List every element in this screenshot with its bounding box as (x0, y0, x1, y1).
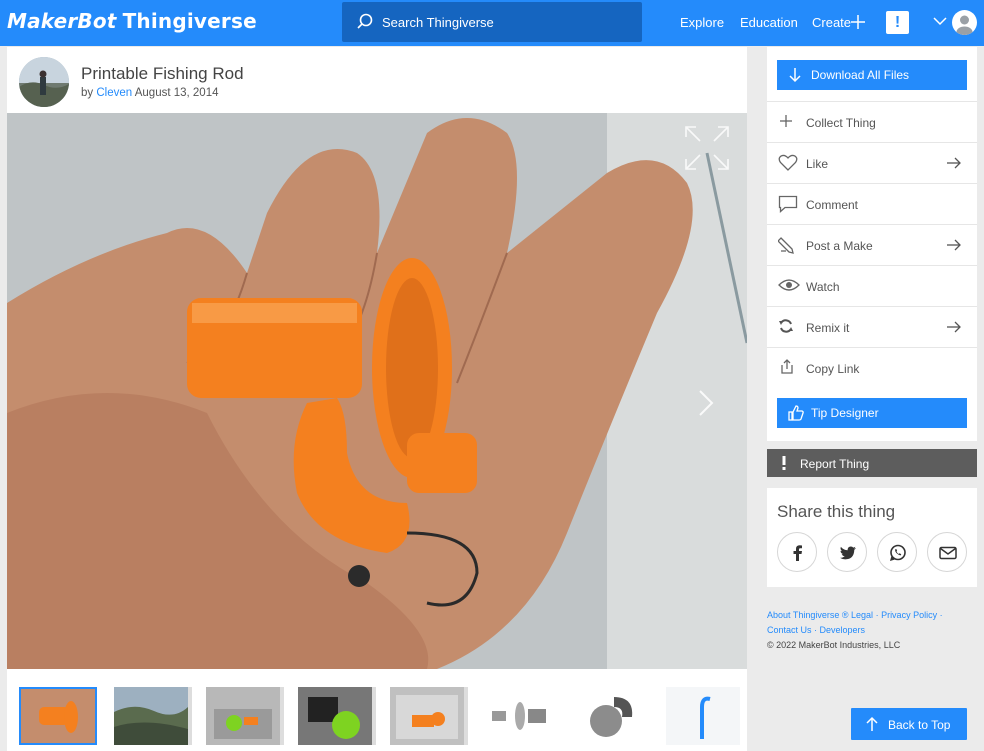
thumbnail-6[interactable] (482, 687, 560, 745)
exclamation-icon (782, 456, 786, 470)
next-image-icon[interactable] (697, 388, 715, 418)
twitter-icon (839, 546, 856, 560)
thumbs-up-icon (788, 405, 804, 421)
notification-button[interactable]: ! (886, 11, 909, 34)
share-panel: Share this thing (767, 488, 977, 587)
byline-by: by (81, 87, 94, 99)
publish-date: August 13, 2014 (134, 87, 219, 99)
logo-thingiverse-text: Thingiverse (122, 9, 257, 33)
nav-explore[interactable]: Explore (680, 15, 724, 30)
plus-icon (780, 115, 792, 127)
download-all-files-button[interactable]: Download All Files (777, 60, 967, 90)
nav-create[interactable]: Create (812, 15, 851, 30)
eye-icon (778, 279, 800, 291)
back-to-top-label: Back to Top (888, 718, 951, 732)
back-to-top-button[interactable]: Back to Top (851, 708, 967, 740)
remix-icon (779, 319, 793, 333)
facebook-share-button[interactable] (777, 532, 817, 572)
footer-copyright: © 2022 MakerBot Industries, LLC (767, 640, 901, 650)
plus-icon[interactable] (850, 14, 866, 30)
pen-icon (778, 237, 794, 254)
thing-byline: by Cleven August 13, 2014 (81, 87, 219, 99)
footer-row-2: Contact Us · Developers (767, 623, 977, 638)
expand-icon[interactable] (682, 123, 732, 173)
comment-button[interactable]: Comment (767, 183, 977, 224)
comment-icon (778, 195, 798, 213)
thing-main-card: Printable Fishing Rod by Cleven August 1… (7, 47, 747, 751)
report-label: Report Thing (800, 457, 870, 471)
download-icon (789, 68, 801, 83)
footer-sep-2: · (873, 610, 882, 620)
search-placeholder: Search Thingiverse (382, 15, 494, 30)
email-share-button[interactable] (927, 532, 967, 572)
report-thing-button[interactable]: Report Thing (767, 449, 977, 477)
actions-panel: Download All Files Collect Thing Like Co… (767, 47, 977, 441)
thing-title: Printable Fishing Rod (81, 64, 244, 83)
thumbnail-4[interactable] (298, 687, 376, 745)
collect-thing-button[interactable]: Collect Thing (767, 101, 977, 142)
footer-legal[interactable]: Legal (851, 610, 873, 620)
arrow-right-icon (947, 239, 961, 251)
remix-label: Remix it (806, 321, 850, 335)
watch-button[interactable]: Watch (767, 265, 977, 306)
thumbnail-8[interactable] (666, 687, 744, 745)
tip-designer-button[interactable]: Tip Designer (777, 398, 967, 428)
thumbnail-3[interactable] (206, 687, 284, 745)
search-icon (357, 13, 373, 29)
post-make-label: Post a Make (806, 239, 873, 253)
logo-makerbot-text: MakerBot (7, 9, 117, 33)
copy-link-button[interactable]: Copy Link (767, 347, 977, 388)
share-upload-icon (781, 359, 793, 374)
thumbnail-strip (19, 687, 747, 747)
thumbnail-2[interactable] (114, 687, 192, 745)
like-button[interactable]: Like (767, 142, 977, 183)
remix-button[interactable]: Remix it (767, 306, 977, 347)
whatsapp-icon (890, 544, 906, 561)
like-label: Like (806, 157, 829, 171)
footer-sep-4: · (811, 625, 820, 635)
footer-about[interactable]: About Thingiverse (767, 610, 839, 620)
post-a-make-button[interactable]: Post a Make (767, 224, 977, 265)
user-avatar[interactable] (952, 10, 977, 35)
nav-education[interactable]: Education (740, 15, 798, 30)
copy-link-label: Copy Link (806, 362, 860, 376)
thumbnail-5[interactable] (390, 687, 468, 745)
footer-row-1: About Thingiverse ® Legal · Privacy Poli… (767, 608, 977, 623)
search-input[interactable]: Search Thingiverse (342, 2, 642, 42)
tip-label: Tip Designer (811, 406, 879, 420)
twitter-share-button[interactable] (827, 532, 867, 572)
arrow-up-icon (866, 716, 878, 731)
heart-icon (778, 154, 798, 171)
thumbnail-1[interactable] (19, 687, 97, 745)
comment-label: Comment (806, 198, 859, 212)
creator-avatar[interactable] (19, 57, 69, 107)
chevron-down-icon[interactable] (933, 16, 947, 26)
email-icon (939, 546, 957, 560)
facebook-icon (793, 545, 802, 561)
collect-label: Collect Thing (806, 116, 876, 130)
main-photo[interactable] (7, 113, 747, 669)
author-link[interactable]: Cleven (96, 87, 132, 99)
footer-developers[interactable]: Developers (820, 625, 866, 635)
arrow-right-icon (947, 157, 961, 169)
footer-privacy[interactable]: Privacy Policy (881, 610, 937, 620)
watch-label: Watch (806, 280, 840, 294)
footer-sep-1: ® (839, 610, 852, 620)
makerbot-thingiverse-logo[interactable]: MakerBot Thingiverse (7, 9, 257, 33)
arrow-right-icon (947, 321, 961, 333)
footer-contact[interactable]: Contact Us (767, 625, 812, 635)
share-title: Share this thing (777, 502, 896, 521)
whatsapp-share-button[interactable] (877, 532, 917, 572)
footer-sep-3: · (937, 610, 943, 620)
top-nav-bar: MakerBot Thingiverse Search Thingiverse E… (0, 0, 984, 46)
download-label: Download All Files (811, 68, 910, 82)
footer-links: About Thingiverse ® Legal · Privacy Poli… (767, 608, 977, 653)
thumbnail-7[interactable] (574, 687, 652, 745)
